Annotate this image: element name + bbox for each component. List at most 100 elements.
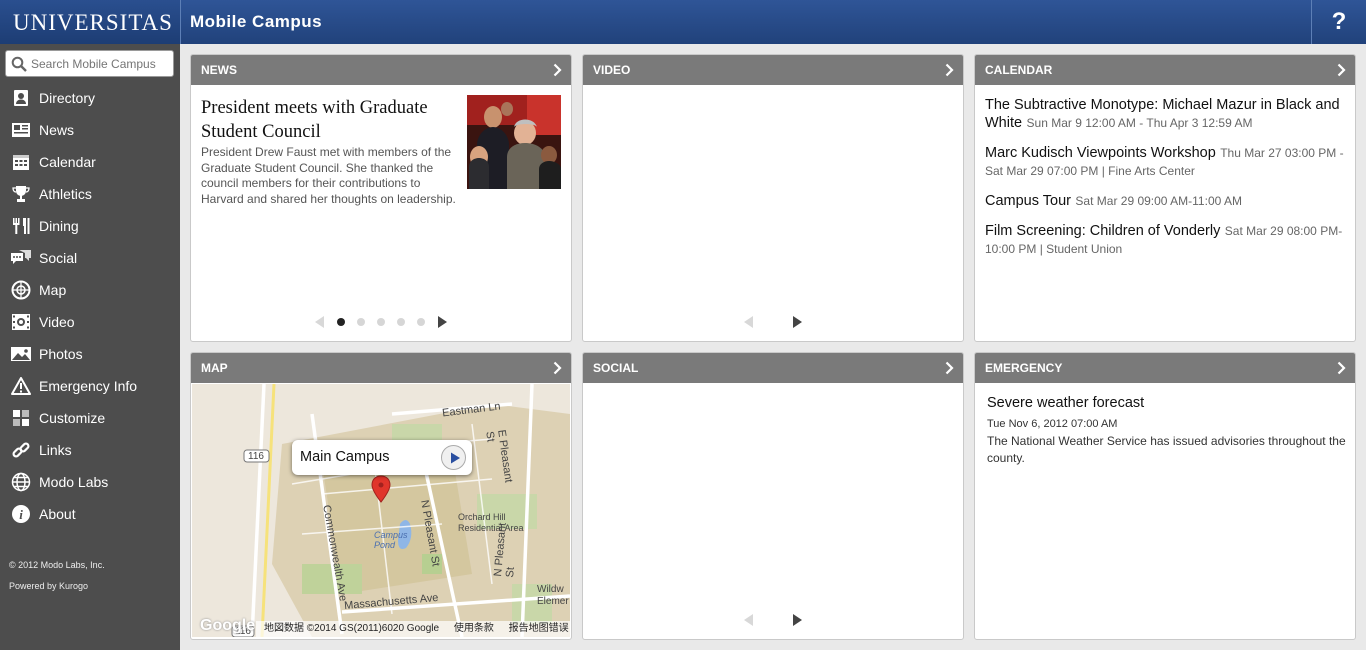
map-data-text: 地図数据 ©2014 GS(2011)6020 Google [264, 623, 440, 634]
pager-dot[interactable] [357, 318, 365, 326]
chevron-right-icon[interactable] [553, 63, 562, 77]
sidebar-item-athletics[interactable]: Athletics [0, 178, 180, 210]
social-icon [10, 247, 32, 269]
sidebar-item-label: Dining [39, 218, 79, 234]
sidebar-item-label: Athletics [39, 186, 92, 202]
sidebar-item-label: Emergency Info [39, 378, 138, 394]
panel-title: CALENDAR [985, 63, 1053, 77]
previous-arrow-icon[interactable] [744, 316, 754, 328]
map-icon [10, 279, 32, 301]
next-arrow-icon[interactable] [437, 316, 447, 328]
previous-arrow-icon[interactable] [315, 316, 325, 328]
news-panel-header[interactable]: NEWS [191, 55, 571, 85]
calendar-event[interactable]: Marc Kudisch Viewpoints Workshop Thu Mar… [985, 144, 1349, 180]
panel-title: VIDEO [593, 63, 631, 77]
help-button[interactable]: ? [1311, 0, 1366, 44]
chevron-right-icon[interactable] [1337, 361, 1346, 375]
search-box[interactable] [5, 50, 174, 77]
sidebar-item-emergency[interactable]: Emergency Info [0, 370, 180, 402]
powered-by-link[interactable]: Powered by Kurogo [9, 581, 88, 591]
social-panel-header[interactable]: SOCIAL [583, 353, 963, 383]
calendar-panel: CALENDAR The Subtractive Monotype: Micha… [974, 54, 1356, 342]
terms-link[interactable]: 使用条款 [454, 623, 494, 634]
callout-label: Main Campus [300, 449, 390, 465]
sidebar-item-customize[interactable]: Customize [0, 402, 180, 434]
sidebar-item-video[interactable]: Video [0, 306, 180, 338]
campus-map[interactable]: 116 116 Eastman Ln E Pleasant St N Pleas… [192, 384, 570, 637]
news-headline[interactable]: President meets with Graduate Student Co… [201, 96, 463, 144]
place-label: Campus Pond [374, 530, 408, 550]
chevron-right-icon[interactable] [553, 361, 562, 375]
sidebar-item-social[interactable]: Social [0, 242, 180, 274]
event-title: Film Screening: Children of Vonderly [985, 223, 1221, 239]
panel-title: EMERGENCY [985, 361, 1063, 375]
pager-dot[interactable] [377, 318, 385, 326]
copyright-text: © 2012 Modo Labs, Inc. [9, 560, 105, 570]
event-detail: Sat Mar 29 09:00 AM-11:00 AM [1075, 194, 1242, 208]
map-callout[interactable]: Main Campus [292, 440, 472, 475]
calendar-event[interactable]: Campus Tour Sat Mar 29 09:00 AM-11:00 AM [985, 192, 1349, 210]
video-icon [10, 311, 32, 333]
sidebar-item-label: Map [39, 282, 67, 298]
sidebar-item-map[interactable]: Map [0, 274, 180, 306]
sidebar-item-label: Social [39, 250, 78, 266]
map-panel: MAP 116 116 Eastman Ln E Pleasant St N P… [190, 352, 572, 640]
site-title[interactable]: Mobile Campus [190, 12, 322, 32]
directory-icon [10, 87, 32, 109]
video-panel-header[interactable]: VIDEO [583, 55, 963, 85]
event-title: Campus Tour [985, 193, 1071, 209]
video-panel: VIDEO [582, 54, 964, 342]
sidebar-item-label: Links [39, 442, 72, 458]
warning-icon [10, 375, 32, 397]
emergency-date: Tue Nov 6, 2012 07:00 AM [987, 418, 1118, 430]
calendar-event[interactable]: The Subtractive Monotype: Michael Mazur … [985, 96, 1349, 132]
dining-icon [10, 215, 32, 237]
trophy-icon [10, 183, 32, 205]
map-attribution: 地図数据 ©2014 GS(2011)6020 Google 使用条款 报告地图… [256, 621, 570, 637]
news-pager [191, 316, 571, 328]
google-logo: Google [200, 617, 256, 634]
sidebar: Directory News Calendar Athletics Dining [0, 44, 180, 650]
info-icon: i [10, 503, 32, 525]
sidebar-item-photos[interactable]: Photos [0, 338, 180, 370]
sidebar-item-about[interactable]: i About [0, 498, 180, 530]
emergency-headline[interactable]: Severe weather forecast [987, 395, 1144, 411]
calendar-event[interactable]: Film Screening: Children of Vonderly Sat… [985, 222, 1349, 258]
next-arrow-icon[interactable] [792, 614, 802, 626]
globe-icon [10, 471, 32, 493]
sidebar-item-calendar[interactable]: Calendar [0, 146, 180, 178]
search-input[interactable] [31, 54, 171, 73]
emergency-panel-header[interactable]: EMERGENCY [975, 353, 1355, 383]
chevron-right-icon[interactable] [945, 361, 954, 375]
event-detail: Sun Mar 9 12:00 AM - Thu Apr 3 12:59 AM [1026, 116, 1253, 130]
map-panel-header[interactable]: MAP [191, 353, 571, 383]
sidebar-item-label: Directory [39, 90, 96, 106]
calendar-icon [10, 151, 32, 173]
sidebar-item-dining[interactable]: Dining [0, 210, 180, 242]
university-logo[interactable]: UNIVERSITAS [13, 10, 173, 36]
chevron-right-icon[interactable] [1337, 63, 1346, 77]
chevron-right-icon[interactable] [945, 63, 954, 77]
play-icon[interactable] [441, 445, 466, 470]
sidebar-item-label: Calendar [39, 154, 96, 170]
sidebar-item-links[interactable]: Links [0, 434, 180, 466]
sidebar-item-news[interactable]: News [0, 114, 180, 146]
pager-dot[interactable] [397, 318, 405, 326]
sidebar-item-label: About [39, 506, 76, 522]
news-photo[interactable] [467, 95, 561, 189]
calendar-panel-header[interactable]: CALENDAR [975, 55, 1355, 85]
svg-text:i: i [19, 507, 23, 522]
logo-area[interactable]: UNIVERSITAS [0, 0, 181, 44]
place-label: Wildw Elemer [537, 584, 569, 607]
pager-dot-active[interactable] [337, 318, 345, 326]
pager-dot[interactable] [417, 318, 425, 326]
sidebar-item-modo-labs[interactable]: Modo Labs [0, 466, 180, 498]
next-arrow-icon[interactable] [792, 316, 802, 328]
social-panel: SOCIAL [582, 352, 964, 640]
social-pager [583, 614, 963, 626]
customize-icon [10, 407, 32, 429]
sidebar-item-directory[interactable]: Directory [0, 82, 180, 114]
previous-arrow-icon[interactable] [744, 614, 754, 626]
street-label: N Pleasant St [492, 522, 517, 578]
report-error-link[interactable]: 报告地图错误 [509, 623, 569, 634]
